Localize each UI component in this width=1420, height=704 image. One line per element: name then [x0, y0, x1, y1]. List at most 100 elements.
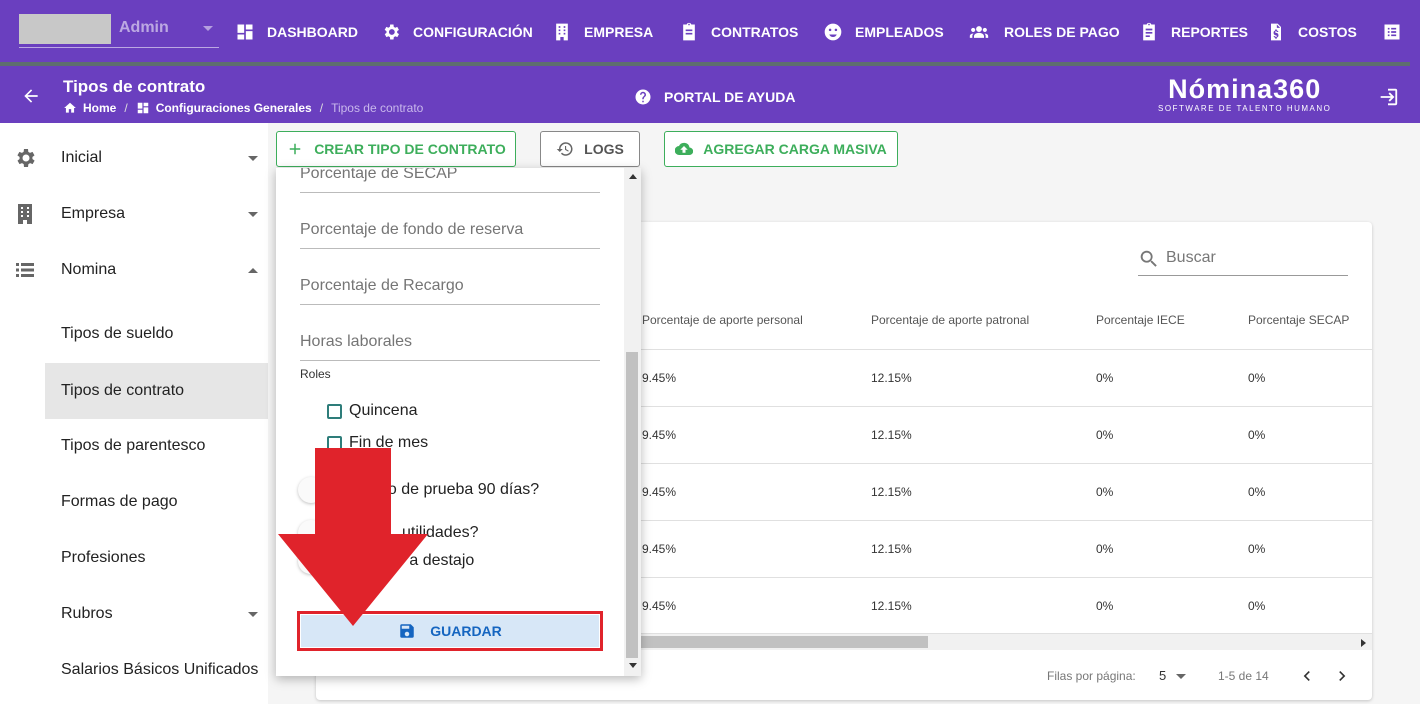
gear-icon [384, 24, 399, 40]
breadcrumb-separator: / [319, 101, 324, 115]
nav-contratos[interactable]: CONTRATOS [679, 20, 798, 44]
user-selector[interactable]: Admin [19, 14, 219, 48]
nav-more[interactable] [1382, 20, 1414, 44]
column-header[interactable]: Porcentaje SECAP [1248, 313, 1349, 327]
nav-costos[interactable]: COSTOS [1266, 20, 1357, 44]
chevron-down-icon [248, 155, 258, 161]
group-icon [969, 26, 989, 38]
face-icon [824, 23, 842, 41]
sidebar-subitem-rubros[interactable]: Rubros [0, 586, 268, 642]
chevron-down-icon [248, 211, 258, 217]
work-hours-field[interactable]: Horas laborales [300, 327, 600, 361]
sidebar: Inicial Empresa Nomina Tipos de sueldo T… [0, 123, 268, 704]
help-icon [635, 89, 651, 105]
logs-button[interactable]: LOGS [540, 131, 640, 167]
sidebar-item-label: Profesiones [61, 549, 146, 566]
column-header[interactable]: Porcentaje de aporte personal [642, 313, 803, 327]
brand-logo: Nómina360 SOFTWARE DE TALENTO HUMANO [1158, 75, 1331, 113]
nav-empleados[interactable]: EMPLEADOS [823, 20, 944, 44]
scroll-down-arrow-icon[interactable] [629, 663, 637, 668]
chevron-down-icon [248, 611, 258, 617]
sidebar-item-label: Nomina [61, 261, 117, 278]
table-cell: 12.15% [871, 371, 912, 385]
sidebar-item-empresa[interactable]: Empresa [0, 186, 268, 242]
button-label: AGREGAR CARGA MASIVA [703, 141, 887, 157]
sidebar-item-label: Empresa [61, 205, 126, 222]
column-header[interactable]: Porcentaje de aporte patronal [871, 313, 1029, 327]
chevron-left-icon[interactable] [1297, 666, 1317, 686]
rows-per-page-select[interactable]: 5 [1159, 668, 1166, 683]
clipboard-icon [683, 22, 695, 41]
nav-dashboard[interactable]: DASHBOARD [235, 20, 358, 44]
rows-per-page-label: Filas por página: [1047, 669, 1136, 683]
sidebar-subitem-profesiones[interactable]: Profesiones [0, 530, 268, 586]
checkbox-icon [327, 403, 342, 419]
breadcrumb: Home / Configuraciones Generales / Tipos… [63, 101, 423, 115]
breadcrumb-home[interactable]: Home [83, 101, 116, 115]
sidebar-subitem-tipos-de-parentesco[interactable]: Tipos de parentesco [0, 418, 268, 474]
search-input[interactable]: Buscar [1138, 244, 1348, 276]
table-cell: 0% [1248, 599, 1266, 613]
plus-icon [289, 143, 301, 155]
button-label: CREAR TIPO DE CONTRATO [314, 141, 506, 157]
logout-icon[interactable] [1377, 86, 1399, 108]
table-cell: 0% [1096, 485, 1114, 499]
nav-configuracion[interactable]: CONFIGURACIÓN [381, 20, 533, 44]
nav-roles-de-pago[interactable]: ROLES DE PAGO [966, 20, 1120, 44]
table-cell: 9.45% [642, 371, 677, 385]
table-cell: 0% [1248, 485, 1266, 499]
table-cell: 0% [1096, 371, 1114, 385]
nav-label: EMPLEADOS [855, 24, 944, 40]
building-icon [556, 23, 568, 41]
chevron-down-icon[interactable] [1176, 674, 1186, 679]
user-name: Admin [119, 19, 169, 36]
column-header[interactable]: Porcentaje IECE [1096, 313, 1185, 327]
sidebar-subitem-formas-de-pago[interactable]: Formas de pago [0, 474, 268, 530]
table-cell: 9.45% [642, 428, 677, 442]
surcharge-percentage-field[interactable]: Porcentaje de Recargo [300, 271, 600, 305]
brand-tagline: SOFTWARE DE TALENTO HUMANO [1158, 104, 1332, 113]
sidebar-subitem-tipos-de-sueldo[interactable]: Tipos de sueldo [0, 306, 268, 362]
checkbox-label: Quincena [349, 402, 418, 419]
nav-label: REPORTES [1171, 24, 1249, 40]
cloud-upload-icon [675, 142, 694, 156]
field-label: Porcentaje de SECAP [300, 168, 458, 182]
help-portal-link[interactable]: PORTAL DE AYUDA [634, 88, 795, 106]
nav-label: EMPRESA [584, 24, 654, 40]
breadcrumb-config[interactable]: Configuraciones Generales [156, 101, 312, 115]
breadcrumb-separator: / [124, 101, 128, 115]
reserve-fund-percentage-field[interactable]: Porcentaje de fondo de reserva [300, 215, 600, 249]
brand-name: Nómina360 [1168, 74, 1322, 104]
top-progress-bar [0, 62, 1410, 66]
sidebar-subitem-salarios-basicos[interactable]: Salarios Básicos Unificados [0, 642, 268, 698]
search-placeholder: Buscar [1166, 249, 1216, 266]
scroll-right-arrow-icon[interactable] [1361, 639, 1366, 647]
sidebar-item-nomina[interactable]: Nomina [0, 242, 268, 298]
table-cell: 0% [1248, 542, 1266, 556]
create-contract-type-button[interactable]: CREAR TIPO DE CONTRATO [276, 131, 516, 167]
nav-reportes[interactable]: REPORTES [1139, 20, 1248, 44]
gear-icon [17, 149, 35, 167]
horizontal-scrollbar-thumb[interactable] [626, 636, 928, 648]
table-cell: 9.45% [642, 485, 677, 499]
list-box-icon [1384, 24, 1400, 40]
scroll-up-arrow-icon[interactable] [629, 174, 637, 179]
table-cell: 0% [1096, 599, 1114, 613]
table-cell: 0% [1248, 371, 1266, 385]
chevron-right-icon[interactable] [1332, 666, 1352, 686]
search-icon [1140, 250, 1157, 267]
nav-empresa[interactable]: EMPRESA [552, 20, 653, 44]
sidebar-subitem-tipos-de-contrato[interactable]: Tipos de contrato [45, 363, 268, 419]
button-label: LOGS [584, 141, 624, 157]
table-cell: 12.15% [871, 428, 912, 442]
history-icon [556, 142, 573, 156]
secap-percentage-field[interactable]: Porcentaje de SECAP [300, 168, 600, 193]
vertical-scrollbar-thumb[interactable] [626, 352, 638, 658]
sidebar-item-inicial[interactable]: Inicial [0, 130, 268, 186]
back-arrow-icon[interactable] [20, 86, 42, 106]
bulk-upload-button[interactable]: AGREGAR CARGA MASIVA [664, 131, 898, 167]
sidebar-item-label: Salarios Básicos Unificados [61, 661, 259, 678]
nav-label: CONTRATOS [711, 24, 799, 40]
role-checkbox-quincena[interactable]: Quincena [327, 402, 418, 420]
vertical-scrollbar[interactable] [624, 168, 641, 676]
